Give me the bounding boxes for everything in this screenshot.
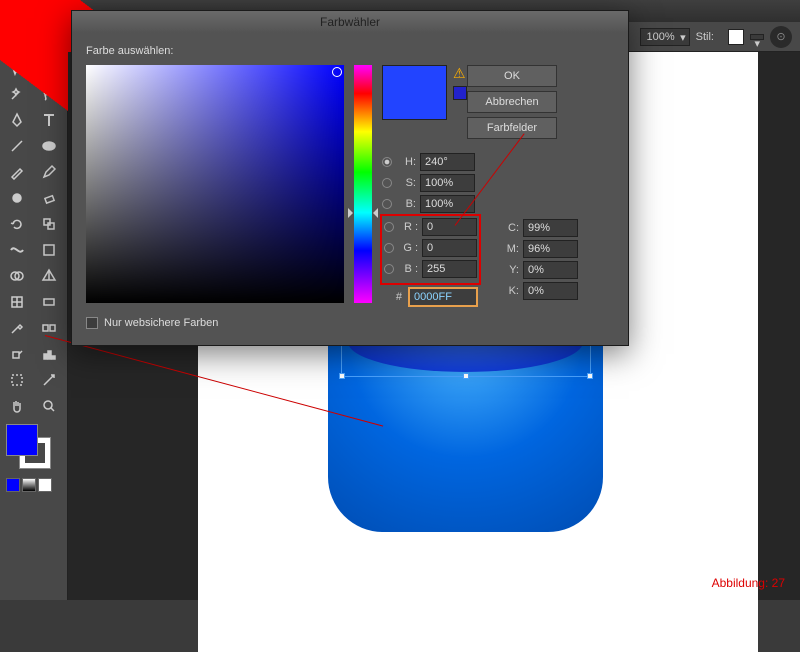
c-input[interactable] bbox=[523, 219, 578, 237]
h-input[interactable] bbox=[420, 153, 475, 171]
b2-input[interactable] bbox=[422, 260, 477, 278]
y-input[interactable] bbox=[523, 261, 578, 279]
hex-label: # bbox=[382, 291, 402, 303]
cancel-button[interactable]: Abbrechen bbox=[467, 91, 557, 113]
k-label: K: bbox=[499, 285, 519, 297]
gamut-warning-icon[interactable]: ⚠ bbox=[453, 65, 466, 81]
hue-slider[interactable] bbox=[354, 65, 372, 303]
color-picker-dialog: Farbwähler Farbe auswählen: ⚠ OK Abbrech… bbox=[71, 10, 629, 346]
s-radio[interactable] bbox=[382, 178, 392, 188]
rgb-highlight-annotation: R : G : B : bbox=[380, 214, 481, 285]
m-label: M: bbox=[499, 243, 519, 255]
websafe-label: Nur websichere Farben bbox=[104, 317, 218, 329]
saturation-value-field[interactable] bbox=[86, 65, 344, 303]
s-label: S: bbox=[396, 177, 416, 189]
k-input[interactable] bbox=[523, 282, 578, 300]
fill-swatch[interactable] bbox=[6, 424, 38, 456]
swatches-button[interactable]: Farbfelder bbox=[467, 117, 557, 139]
h-radio[interactable] bbox=[382, 157, 392, 167]
r-input[interactable] bbox=[422, 218, 477, 236]
dialog-heading: Farbe auswählen: bbox=[86, 45, 614, 57]
r-label: R : bbox=[398, 221, 418, 233]
r-radio[interactable] bbox=[384, 222, 394, 232]
none-mode-swatch[interactable] bbox=[38, 478, 52, 492]
y-label: Y: bbox=[499, 264, 519, 276]
tools-panel bbox=[0, 52, 68, 600]
websafe-checkbox[interactable] bbox=[86, 317, 98, 329]
g-input[interactable] bbox=[422, 239, 477, 257]
b-label: B: bbox=[396, 198, 416, 210]
h-label: H: bbox=[396, 156, 416, 168]
c-label: C: bbox=[499, 222, 519, 234]
g-radio[interactable] bbox=[384, 243, 394, 253]
figure-caption: Abbildung: 27 bbox=[712, 576, 785, 590]
g-label: G : bbox=[398, 242, 418, 254]
s-input[interactable] bbox=[420, 174, 475, 192]
gamut-safe-swatch[interactable] bbox=[453, 86, 467, 100]
ok-button[interactable]: OK bbox=[467, 65, 557, 87]
b-radio[interactable] bbox=[382, 199, 392, 209]
dialog-title[interactable]: Farbwähler bbox=[72, 11, 628, 33]
sv-cursor bbox=[332, 67, 342, 77]
hex-input[interactable] bbox=[408, 287, 478, 307]
m-input[interactable] bbox=[523, 240, 578, 258]
b2-label: B : bbox=[398, 263, 418, 275]
color-preview bbox=[382, 65, 447, 120]
b2-radio[interactable] bbox=[384, 264, 394, 274]
